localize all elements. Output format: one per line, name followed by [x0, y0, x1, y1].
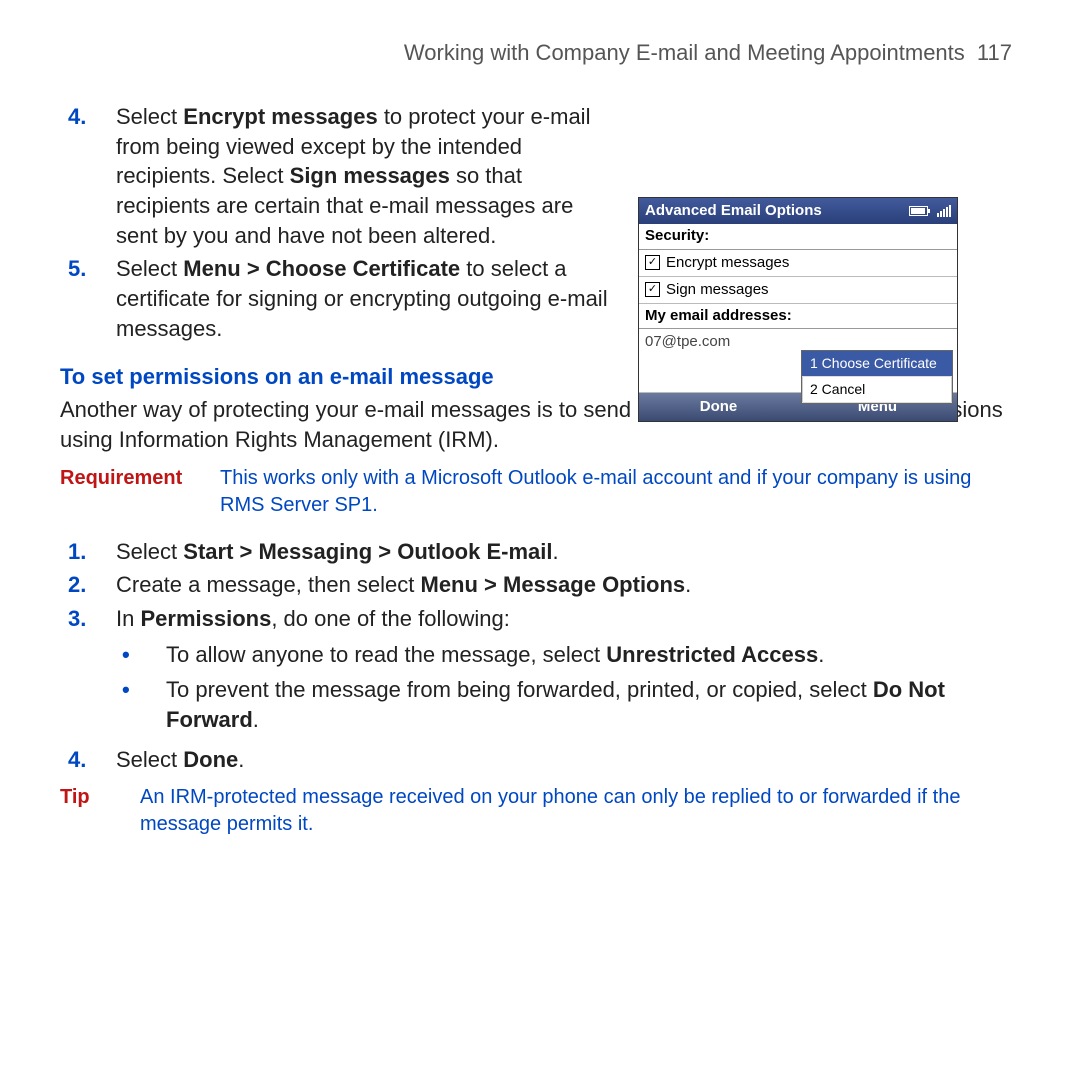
- step-row: 3.In Permissions, do one of the followin…: [60, 604, 1020, 634]
- body-text: In: [116, 606, 140, 631]
- step-number: 4.: [60, 745, 116, 775]
- permission-bullets: •To allow anyone to read the message, se…: [108, 640, 1020, 735]
- bullet-body: To prevent the message from being forwar…: [166, 675, 1020, 734]
- phone-security-label: Security:: [639, 224, 957, 249]
- body-text: .: [238, 747, 244, 772]
- checkbox-checked-icon: ✓: [645, 255, 660, 270]
- bold-text: Start > Messaging > Outlook E-mail: [183, 539, 552, 564]
- page-number: 117: [977, 40, 1012, 65]
- body-text: To allow anyone to read the message, sel…: [166, 642, 606, 667]
- bold-text: Sign messages: [290, 163, 450, 188]
- body-text: Select: [116, 256, 183, 281]
- step-number: 3.: [60, 604, 116, 634]
- step-number: 5.: [60, 254, 116, 284]
- step-body: Select Start > Messaging > Outlook E-mai…: [116, 537, 1020, 567]
- page-header: Working with Company E-mail and Meeting …: [60, 40, 1020, 66]
- bold-text: Encrypt messages: [183, 104, 377, 129]
- bullet-row: •To allow anyone to read the message, se…: [108, 640, 1020, 670]
- bullet-row: •To prevent the message from being forwa…: [108, 675, 1020, 734]
- body-text: Select: [116, 539, 183, 564]
- phone-addresses-label: My email addresses:: [639, 304, 957, 329]
- tip-text: An IRM-protected message received on you…: [140, 784, 1020, 838]
- step-body: Select Menu > Choose Certificate to sele…: [116, 254, 620, 343]
- step-body: Select Done.: [116, 745, 1020, 775]
- battery-icon: [909, 205, 931, 217]
- bold-text: Menu > Choose Certificate: [183, 256, 460, 281]
- bold-text: Menu > Message Options: [421, 572, 686, 597]
- bold-text: Done: [183, 747, 238, 772]
- body-text: Create a message, then select: [116, 572, 421, 597]
- step-body: Select Encrypt messages to protect your …: [116, 102, 620, 250]
- step-row: 4.Select Encrypt messages to protect you…: [60, 102, 620, 250]
- tip-note: Tip An IRM-protected message received on…: [60, 784, 1020, 838]
- body-text: To prevent the message from being forwar…: [166, 677, 873, 702]
- step-body: In Permissions, do one of the following:: [116, 604, 1020, 634]
- phone-titlebar: Advanced Email Options: [639, 198, 957, 224]
- step-number: 4.: [60, 102, 116, 132]
- bottom-steps: 4.Select Done.: [60, 745, 1020, 775]
- tip-label: Tip: [60, 784, 140, 811]
- body-text: Select: [116, 104, 183, 129]
- checkbox-checked-icon: ✓: [645, 282, 660, 297]
- phone-encrypt-row[interactable]: ✓ Encrypt messages: [639, 250, 957, 277]
- bold-text: Permissions: [140, 606, 271, 631]
- requirement-text: This works only with a Microsoft Outlook…: [220, 465, 1020, 519]
- phone-encrypt-label: Encrypt messages: [666, 253, 789, 273]
- step-row: 2.Create a message, then select Menu > M…: [60, 570, 1020, 600]
- body-text: .: [818, 642, 824, 667]
- body-text: .: [685, 572, 691, 597]
- body-text: , do one of the following:: [271, 606, 510, 631]
- phone-sign-row[interactable]: ✓ Sign messages: [639, 277, 957, 304]
- bold-text: Unrestricted Access: [606, 642, 818, 667]
- bullet-icon: •: [108, 675, 166, 705]
- body-text: .: [552, 539, 558, 564]
- phone-screenshot: Advanced Email Options Security: ✓ Encry…: [638, 197, 958, 422]
- signal-icon: [937, 205, 951, 217]
- bullet-icon: •: [108, 640, 166, 670]
- mid-steps: 1.Select Start > Messaging > Outlook E-m…: [60, 537, 1020, 634]
- requirement-note: Requirement This works only with a Micro…: [60, 465, 1020, 519]
- step-body: Create a message, then select Menu > Mes…: [116, 570, 1020, 600]
- body-text: .: [253, 707, 259, 732]
- phone-title: Advanced Email Options: [645, 201, 822, 221]
- phone-menu-cancel[interactable]: 2 Cancel: [802, 377, 952, 403]
- step-row: 4.Select Done.: [60, 745, 1020, 775]
- bullet-body: To allow anyone to read the message, sel…: [166, 640, 1020, 670]
- header-title: Working with Company E-mail and Meeting …: [404, 40, 965, 65]
- step-number: 2.: [60, 570, 116, 600]
- step-row: 5.Select Menu > Choose Certificate to se…: [60, 254, 620, 343]
- top-steps: 4.Select Encrypt messages to protect you…: [60, 102, 620, 344]
- phone-menu-popup: 1 Choose Certificate 2 Cancel: [801, 350, 953, 404]
- phone-menu-choose[interactable]: 1 Choose Certificate: [802, 351, 952, 377]
- step-number: 1.: [60, 537, 116, 567]
- requirement-label: Requirement: [60, 465, 220, 492]
- step-row: 1.Select Start > Messaging > Outlook E-m…: [60, 537, 1020, 567]
- phone-sign-label: Sign messages: [666, 280, 769, 300]
- body-text: Select: [116, 747, 183, 772]
- phone-softkey-done[interactable]: Done: [639, 393, 798, 421]
